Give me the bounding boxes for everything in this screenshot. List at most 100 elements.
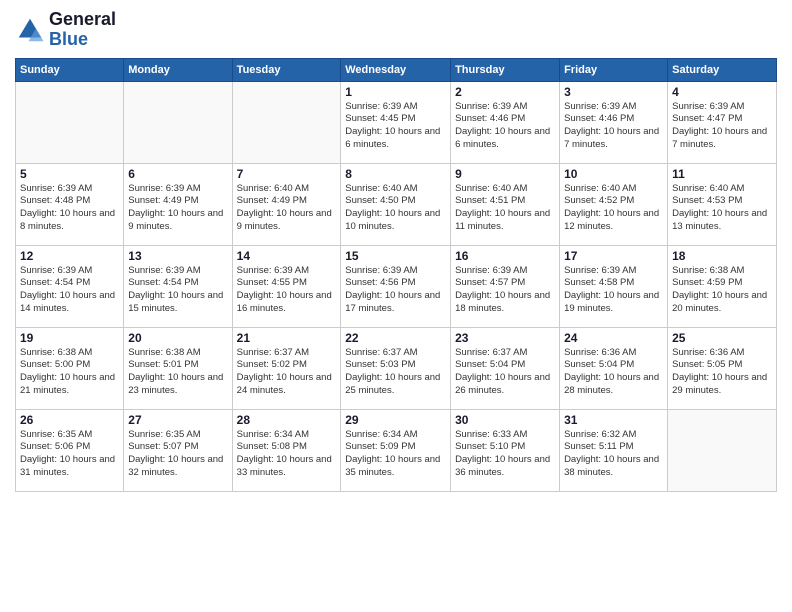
calendar-cell [124,81,232,163]
day-info: Sunrise: 6:33 AM Sunset: 5:10 PM Dayligh… [455,429,555,480]
calendar-cell: 14 Sunrise: 6:39 AM Sunset: 4:55 PM Dayli… [232,245,341,327]
day-info: Sunrise: 6:38 AM Sunset: 5:01 PM Dayligh… [128,347,227,398]
day-number: 29 [345,413,446,427]
day-info: Sunrise: 6:37 AM Sunset: 5:03 PM Dayligh… [345,347,446,398]
day-number: 24 [564,331,663,345]
day-info: Sunrise: 6:36 AM Sunset: 5:05 PM Dayligh… [672,347,772,398]
day-number: 9 [455,167,555,181]
calendar-cell: 29 Sunrise: 6:34 AM Sunset: 5:09 PM Dayli… [341,409,451,491]
day-info: Sunrise: 6:39 AM Sunset: 4:58 PM Dayligh… [564,265,663,316]
day-number: 27 [128,413,227,427]
day-info: Sunrise: 6:36 AM Sunset: 5:04 PM Dayligh… [564,347,663,398]
calendar-header-friday: Friday [560,58,668,81]
calendar-cell: 31 Sunrise: 6:32 AM Sunset: 5:11 PM Dayli… [560,409,668,491]
calendar-table: SundayMondayTuesdayWednesdayThursdayFrid… [15,58,777,492]
logo-icon [15,15,45,45]
day-number: 21 [237,331,337,345]
day-number: 15 [345,249,446,263]
day-info: Sunrise: 6:39 AM Sunset: 4:49 PM Dayligh… [128,183,227,234]
day-number: 5 [20,167,119,181]
calendar-cell: 22 Sunrise: 6:37 AM Sunset: 5:03 PM Dayli… [341,327,451,409]
day-info: Sunrise: 6:39 AM Sunset: 4:47 PM Dayligh… [672,101,772,152]
day-number: 3 [564,85,663,99]
day-number: 22 [345,331,446,345]
day-info: Sunrise: 6:34 AM Sunset: 5:08 PM Dayligh… [237,429,337,480]
calendar-cell: 20 Sunrise: 6:38 AM Sunset: 5:01 PM Dayli… [124,327,232,409]
day-info: Sunrise: 6:37 AM Sunset: 5:04 PM Dayligh… [455,347,555,398]
calendar-header-sunday: Sunday [16,58,124,81]
day-info: Sunrise: 6:39 AM Sunset: 4:56 PM Dayligh… [345,265,446,316]
calendar-header-wednesday: Wednesday [341,58,451,81]
calendar-cell: 1Sunrise: 6:39 AM Sunset: 4:45 PM Daylig… [341,81,451,163]
calendar-week-3: 19 Sunrise: 6:38 AM Sunset: 5:00 PM Dayli… [16,327,777,409]
day-number: 23 [455,331,555,345]
day-info: Sunrise: 6:39 AM Sunset: 4:54 PM Dayligh… [128,265,227,316]
calendar-cell: 19 Sunrise: 6:38 AM Sunset: 5:00 PM Dayli… [16,327,124,409]
day-number: 31 [564,413,663,427]
calendar-cell: 26 Sunrise: 6:35 AM Sunset: 5:06 PM Dayli… [16,409,124,491]
day-number: 17 [564,249,663,263]
day-number: 12 [20,249,119,263]
day-number: 8 [345,167,446,181]
calendar-cell: 12Sunrise: 6:39 AM Sunset: 4:54 PM Dayli… [16,245,124,327]
calendar-cell: 8 Sunrise: 6:40 AM Sunset: 4:50 PM Daylig… [341,163,451,245]
calendar-week-0: 1Sunrise: 6:39 AM Sunset: 4:45 PM Daylig… [16,81,777,163]
day-info: Sunrise: 6:38 AM Sunset: 5:00 PM Dayligh… [20,347,119,398]
calendar-cell: 6 Sunrise: 6:39 AM Sunset: 4:49 PM Daylig… [124,163,232,245]
day-number: 6 [128,167,227,181]
calendar-cell [16,81,124,163]
calendar-cell: 5Sunrise: 6:39 AM Sunset: 4:48 PM Daylig… [16,163,124,245]
calendar-cell: 9 Sunrise: 6:40 AM Sunset: 4:51 PM Daylig… [451,163,560,245]
calendar-header-row: SundayMondayTuesdayWednesdayThursdayFrid… [16,58,777,81]
calendar-week-2: 12 Sunrise: 6:39 AM Sunset: 4:54 PM Dayli… [16,245,777,327]
day-info: Sunrise: 6:40 AM Sunset: 4:51 PM Dayligh… [455,183,555,234]
calendar-cell: 3 Sunrise: 6:39 AM Sunset: 4:46 PM Daylig… [560,81,668,163]
calendar-cell: 24 Sunrise: 6:36 AM Sunset: 5:04 PM Dayli… [560,327,668,409]
day-info: Sunrise: 6:35 AM Sunset: 5:06 PM Dayligh… [20,429,119,480]
day-info: Sunrise: 6:39 AM Sunset: 4:46 PM Dayligh… [455,101,555,152]
day-info: Sunrise: 6:34 AM Sunset: 5:09 PM Dayligh… [345,429,446,480]
day-info: Sunrise: 6:32 AM Sunset: 5:11 PM Dayligh… [564,429,663,480]
calendar-cell: 25Sunrise: 6:36 AM Sunset: 5:05 PM Dayli… [668,327,777,409]
calendar-header-tuesday: Tuesday [232,58,341,81]
calendar-cell: 30 Sunrise: 6:33 AM Sunset: 5:10 PM Dayli… [451,409,560,491]
day-number: 13 [128,249,227,263]
day-number: 16 [455,249,555,263]
day-info: Sunrise: 6:35 AM Sunset: 5:07 PM Dayligh… [128,429,227,480]
day-number: 30 [455,413,555,427]
calendar-cell: 4Sunrise: 6:39 AM Sunset: 4:47 PM Daylig… [668,81,777,163]
day-number: 20 [128,331,227,345]
calendar-cell: 16 Sunrise: 6:39 AM Sunset: 4:57 PM Dayli… [451,245,560,327]
day-info: Sunrise: 6:40 AM Sunset: 4:52 PM Dayligh… [564,183,663,234]
calendar-cell: 17 Sunrise: 6:39 AM Sunset: 4:58 PM Dayli… [560,245,668,327]
day-number: 14 [237,249,337,263]
calendar-cell: 10 Sunrise: 6:40 AM Sunset: 4:52 PM Dayli… [560,163,668,245]
day-info: Sunrise: 6:39 AM Sunset: 4:55 PM Dayligh… [237,265,337,316]
calendar-cell: 28 Sunrise: 6:34 AM Sunset: 5:08 PM Dayli… [232,409,341,491]
calendar-cell: 2 Sunrise: 6:39 AM Sunset: 4:46 PM Daylig… [451,81,560,163]
day-number: 26 [20,413,119,427]
calendar-cell [232,81,341,163]
day-number: 2 [455,85,555,99]
page-container: General Blue SundayMondayTuesdayWednesda… [0,0,792,502]
day-number: 10 [564,167,663,181]
calendar-cell: 27 Sunrise: 6:35 AM Sunset: 5:07 PM Dayli… [124,409,232,491]
calendar-cell: 15 Sunrise: 6:39 AM Sunset: 4:56 PM Dayli… [341,245,451,327]
day-number: 11 [672,167,772,181]
day-number: 7 [237,167,337,181]
calendar-cell: 7Sunrise: 6:40 AM Sunset: 4:49 PM Daylig… [232,163,341,245]
header: General Blue [15,10,777,50]
day-info: Sunrise: 6:39 AM Sunset: 4:57 PM Dayligh… [455,265,555,316]
calendar-cell: 13 Sunrise: 6:39 AM Sunset: 4:54 PM Dayli… [124,245,232,327]
day-info: Sunrise: 6:39 AM Sunset: 4:46 PM Dayligh… [564,101,663,152]
day-number: 19 [20,331,119,345]
calendar-header-thursday: Thursday [451,58,560,81]
day-number: 18 [672,249,772,263]
calendar-week-1: 5Sunrise: 6:39 AM Sunset: 4:48 PM Daylig… [16,163,777,245]
day-info: Sunrise: 6:40 AM Sunset: 4:53 PM Dayligh… [672,183,772,234]
day-number: 28 [237,413,337,427]
calendar-cell [668,409,777,491]
day-info: Sunrise: 6:40 AM Sunset: 4:50 PM Dayligh… [345,183,446,234]
calendar-cell: 18Sunrise: 6:38 AM Sunset: 4:59 PM Dayli… [668,245,777,327]
calendar-cell: 21Sunrise: 6:37 AM Sunset: 5:02 PM Dayli… [232,327,341,409]
